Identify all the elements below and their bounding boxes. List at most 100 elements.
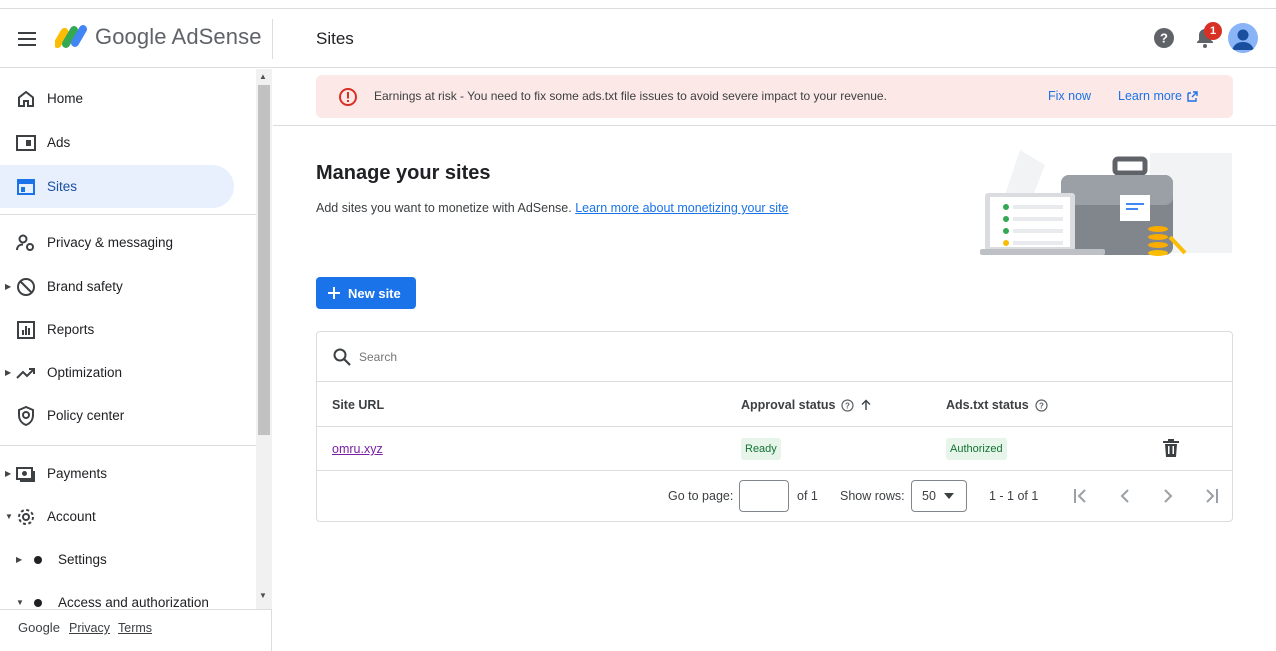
account-avatar[interactable] [1228,23,1258,53]
chevron-left-icon [1120,489,1129,503]
svg-text:?: ? [1160,31,1168,46]
last-page-icon [1206,489,1218,503]
column-ads-txt-status[interactable]: Ads.txt status ? [946,398,1048,412]
trash-icon [1163,439,1179,457]
terms-link[interactable]: Terms [118,621,152,635]
sidebar-item-label: Home [47,91,84,106]
hamburger-icon [18,32,36,46]
first-page-icon [1074,489,1086,503]
first-page-button[interactable] [1070,485,1092,507]
sidebar-item-label: Policy center [47,408,125,423]
page-title: Sites [316,29,354,48]
table-row: omru.xyz Ready Authorized [317,427,1232,471]
fix-now-link[interactable]: Fix now [1048,89,1091,103]
sidebar-item-label: Privacy & messaging [47,235,174,250]
collapse-arrow-icon: ▼ [5,512,13,521]
sidebar-scrollbar[interactable]: ▲ ▼ [256,69,272,609]
table-header: Site URL Approval status ? Ads.txt statu… [317,382,1232,427]
sidebar-item-account[interactable]: ▼ Account [0,495,234,538]
bullet-icon [28,550,48,570]
sidebar-item-label: Settings [58,552,107,567]
sidebar-item-home[interactable]: Home [0,77,234,120]
row-range-label: 1 - 1 of 1 [989,489,1039,503]
learn-more-label: Learn more [1118,89,1182,103]
header-divider [272,19,273,59]
sidebar-item-label: Brand safety [47,279,123,294]
sidebar-item-policy-center[interactable]: Policy center [0,394,234,437]
adsense-logo[interactable]: Google AdSense [55,23,262,51]
main-menu-button[interactable] [14,26,40,52]
column-approval-status[interactable]: Approval status ? [741,398,872,412]
dropdown-arrow-icon [943,493,954,499]
sidebar-item-access-authorization[interactable]: ▼ Access and authorization [0,581,234,609]
shield-icon [16,405,36,426]
sidebar-divider [0,445,256,446]
help-button[interactable]: ? [1153,27,1175,54]
sidebar-item-brand-safety[interactable]: ▶ Brand safety [0,265,234,308]
column-label: Approval status [741,398,836,412]
collapse-arrow-icon: ▼ [16,598,24,607]
gear-icon [16,507,36,527]
search-input[interactable] [359,347,959,367]
sidebar-item-label: Optimization [47,365,123,380]
help-outline-icon[interactable]: ? [1035,398,1048,412]
sidebar-item-reports[interactable]: Reports [0,308,234,351]
svg-text:?: ? [846,401,851,410]
scroll-up-arrow-icon[interactable]: ▲ [259,72,267,81]
sites-icon [16,177,36,197]
trending-up-icon [16,363,36,383]
notification-badge: 1 [1204,22,1222,40]
show-rows-label: Show rows: [840,489,905,503]
sidebar-item-privacy-messaging[interactable]: Privacy & messaging [0,221,234,264]
sidebar-item-sites[interactable]: Sites [0,165,234,208]
plus-icon [328,287,340,299]
go-to-page-label: Go to page: [668,489,734,503]
sidebar-item-optimization[interactable]: ▶ Optimization [0,351,234,394]
column-label: Ads.txt status [946,398,1029,412]
site-url-link[interactable]: omru.xyz [332,442,383,456]
sites-table: Site URL Approval status ? Ads.txt statu… [316,331,1233,522]
page-subtitle: Add sites you want to monetize with AdSe… [316,201,789,215]
external-link-icon [1187,90,1198,102]
content-divider [273,125,1276,126]
previous-page-button[interactable] [1114,485,1136,507]
sidebar-item-label: Access and authorization [58,595,209,609]
total-pages-label: of 1 [797,489,818,503]
expand-arrow-icon: ▶ [5,368,12,377]
expand-arrow-icon: ▶ [5,469,12,478]
sidebar-divider [0,214,256,215]
delete-site-button[interactable] [1163,439,1179,460]
next-page-button[interactable] [1157,485,1179,507]
monetizing-learn-more-link[interactable]: Learn more about monetizing your site [575,201,788,215]
sidebar-item-label: Payments [47,466,108,481]
learn-more-link[interactable]: Learn more [1118,89,1198,103]
sidebar-item-settings[interactable]: ▶ Settings [0,538,234,581]
sidebar-item-ads[interactable]: Ads [0,121,234,164]
expand-arrow-icon: ▶ [16,555,23,564]
ads-txt-alert-banner: Earnings at risk - You need to fix some … [316,75,1233,118]
table-search-row [317,332,1232,382]
alert-message: Earnings at risk - You need to fix some … [374,89,887,103]
sort-ascending-icon[interactable] [860,399,872,411]
rows-per-page-select[interactable]: 50 [911,480,967,512]
block-icon [16,277,36,297]
scroll-down-arrow-icon[interactable]: ▼ [259,591,267,600]
scrollbar-thumb[interactable] [258,85,270,435]
ads-icon [16,133,36,153]
column-site-url[interactable]: Site URL [332,398,384,412]
svg-text:?: ? [1039,401,1044,410]
sidebar-item-payments[interactable]: ▶ Payments [0,452,234,495]
last-page-button[interactable] [1200,485,1222,507]
ads-txt-status-badge: Authorized [946,438,1007,460]
table-pagination: Go to page: of 1 Show rows: 50 1 - 1 of … [317,471,1232,521]
help-outline-icon[interactable]: ? [841,398,855,412]
bullet-icon [28,593,48,610]
app-header: Google AdSense Sites ? 1 [0,9,1276,68]
sites-illustration [975,145,1235,260]
page-number-input[interactable] [739,480,789,512]
privacy-link[interactable]: Privacy [69,621,110,635]
approval-status-badge: Ready [741,438,781,460]
new-site-button[interactable]: New site [316,277,416,309]
reports-icon [16,320,36,340]
sidebar-item-label: Account [47,509,96,524]
